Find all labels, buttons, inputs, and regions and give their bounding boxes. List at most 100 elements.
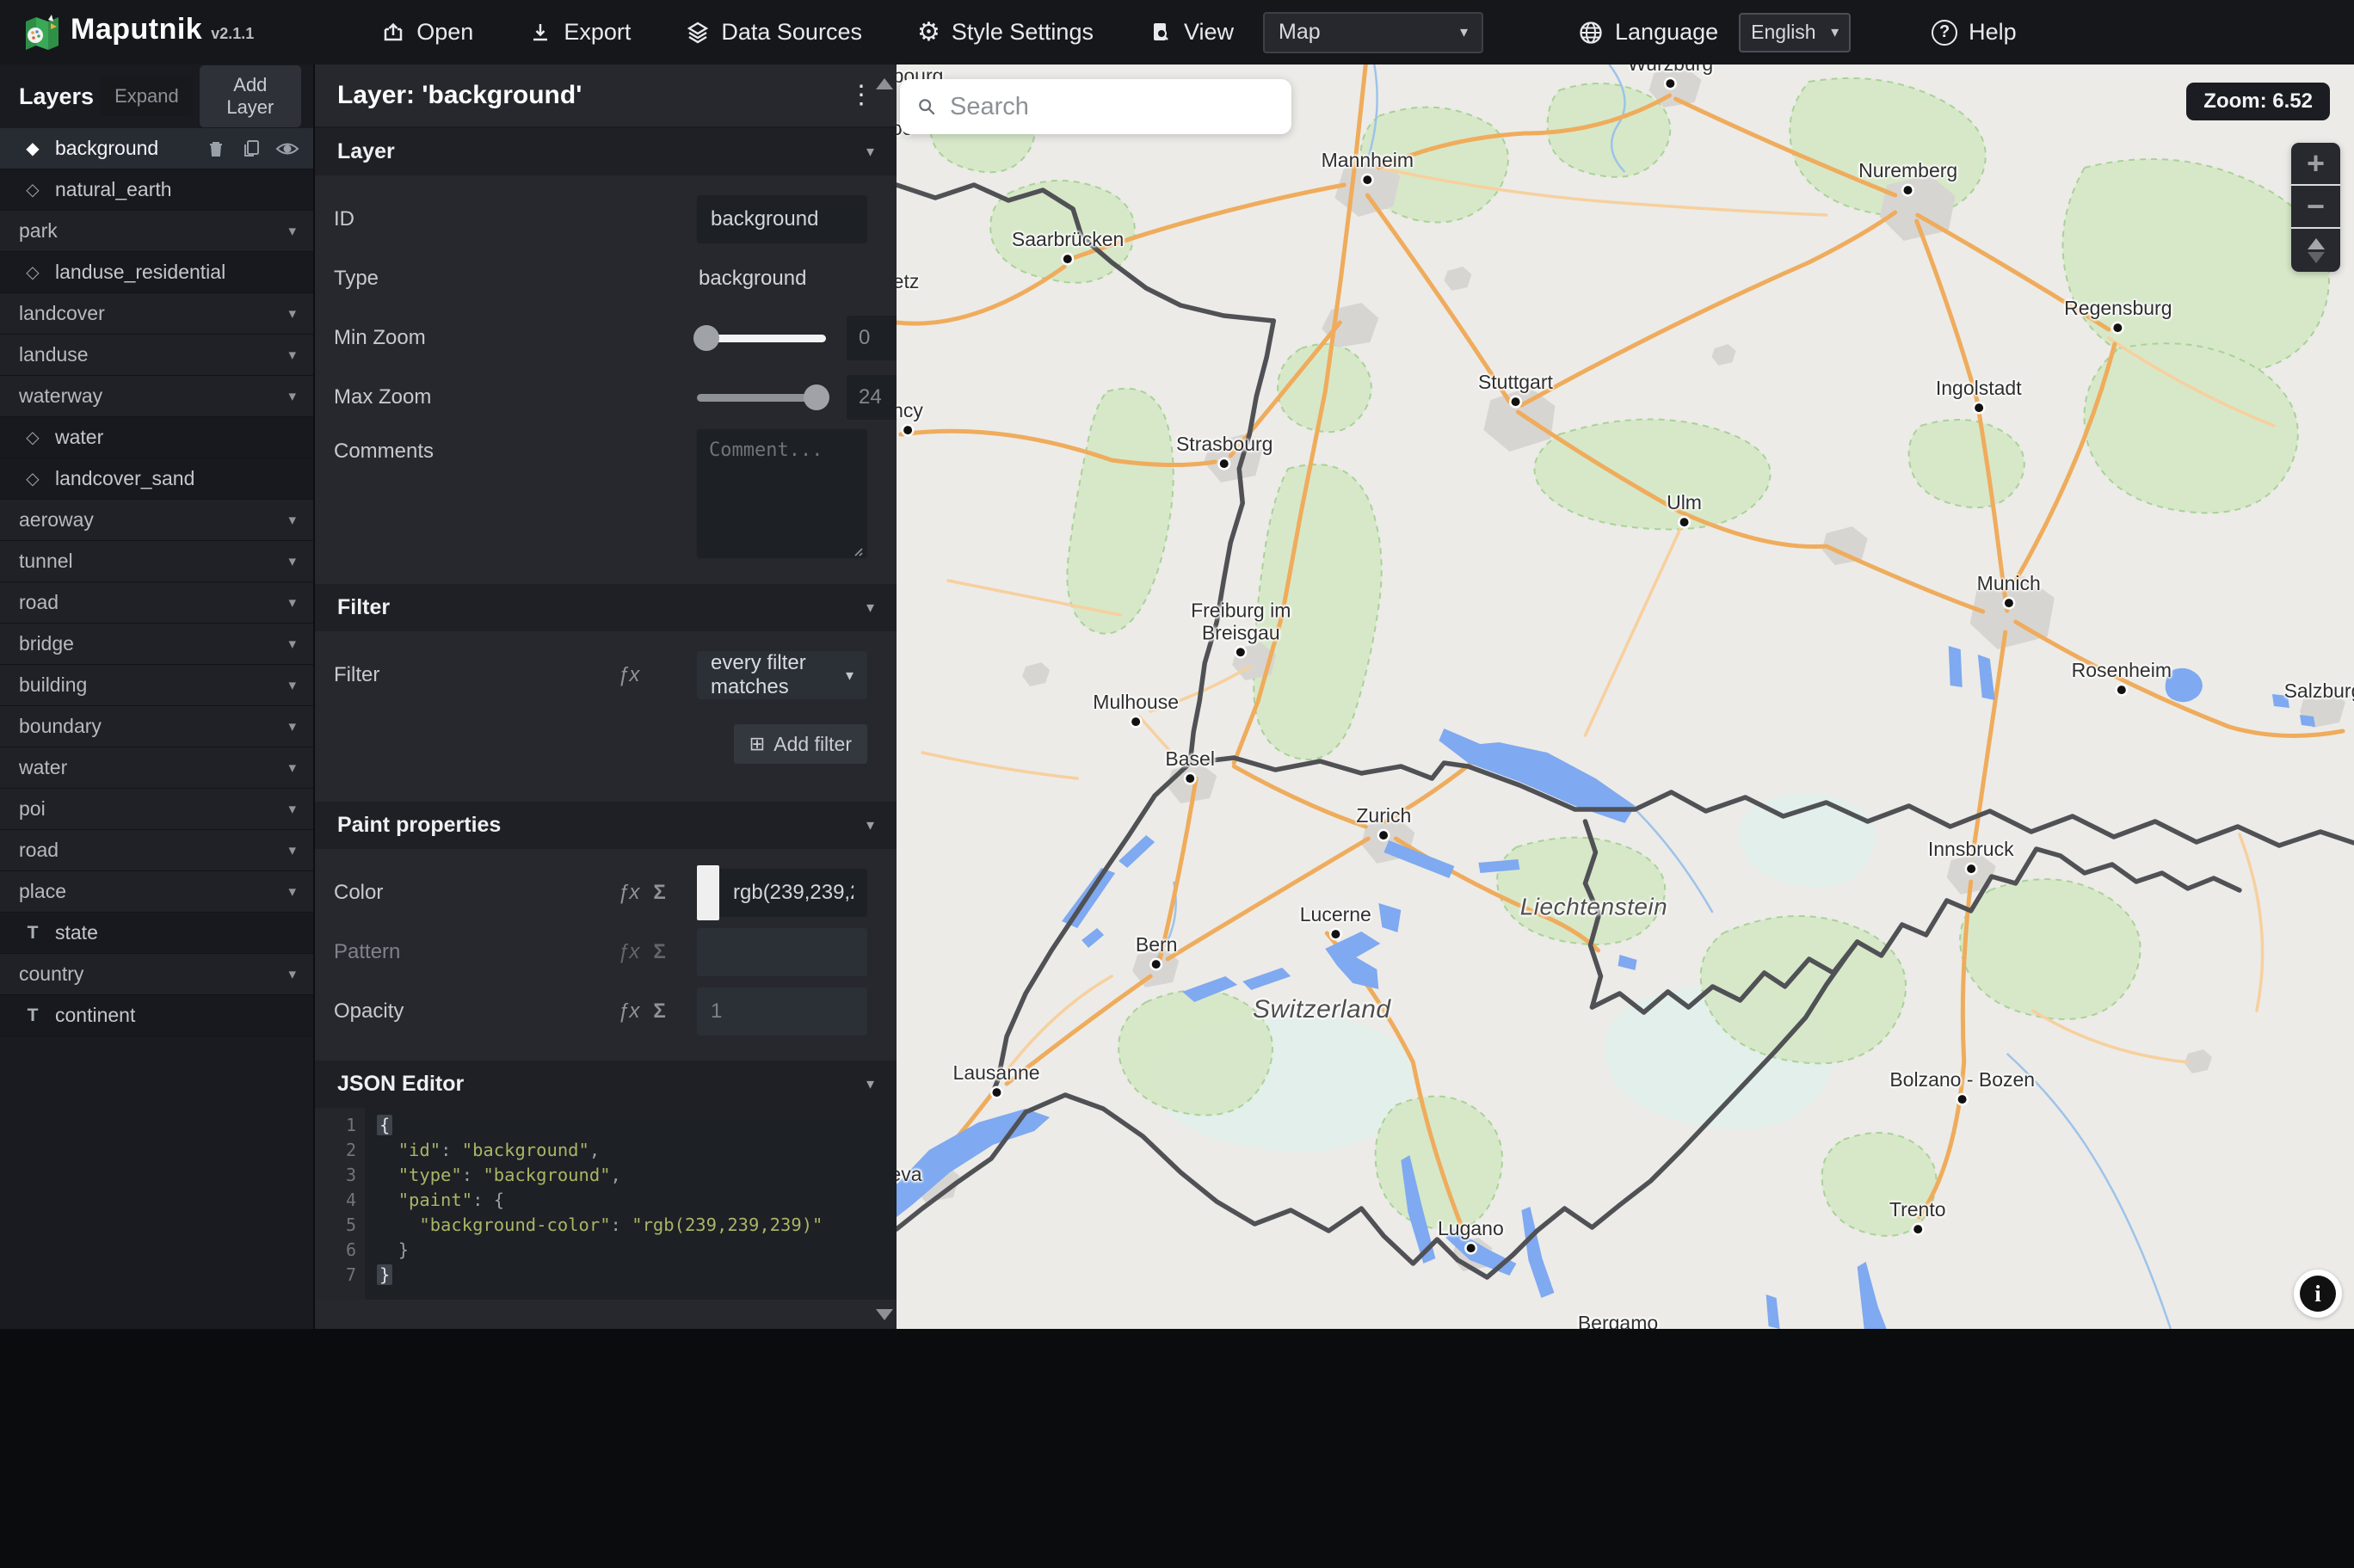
layer-row-landuse[interactable]: landuse ▾ <box>0 335 313 376</box>
layer-row-boundary[interactable]: boundary ▾ <box>0 706 313 747</box>
layer-row-poi[interactable]: poi ▾ <box>0 789 313 830</box>
color-input[interactable] <box>719 869 867 917</box>
language-menu: Language <box>1578 19 1718 46</box>
layer-row-natural_earth[interactable]: ◇ natural_earth <box>0 169 313 211</box>
section-paint[interactable]: Paint properties ▾ <box>315 802 897 849</box>
layer-row-aeroway[interactable]: aeroway ▾ <box>0 500 313 541</box>
code-text[interactable]: "paint": { <box>365 1188 504 1213</box>
layer-row-park[interactable]: park ▾ <box>0 211 313 252</box>
duplicate-layer-icon[interactable] <box>240 138 262 160</box>
open-button[interactable]: Open <box>381 19 473 46</box>
opacity-input[interactable] <box>697 987 867 1036</box>
code-text[interactable]: } <box>365 1238 409 1263</box>
kebab-menu-icon[interactable]: ⋮ <box>848 83 874 108</box>
add-layer-button[interactable]: Add Layer <box>199 65 301 127</box>
slider-knob[interactable] <box>693 324 719 351</box>
scroll-down-icon[interactable] <box>876 1309 893 1320</box>
layer-row-landcover[interactable]: landcover ▾ <box>0 293 313 335</box>
view-select[interactable]: Map ▾ <box>1263 11 1484 53</box>
map-canvas[interactable]: bourgWurzburgocMannheimNurembergSaarbrüc… <box>897 65 2354 1329</box>
data-expression-icon[interactable]: Σ <box>653 940 665 964</box>
code-text[interactable]: "type": "background", <box>365 1163 621 1188</box>
scroll-up-icon[interactable] <box>876 78 893 89</box>
layer-row-bridge[interactable]: bridge ▾ <box>0 624 313 665</box>
zoom-level-badge: Zoom: 6.52 <box>2186 83 2330 120</box>
chevron-down-icon: ▾ <box>288 387 296 404</box>
view-menu[interactable]: View <box>1149 19 1234 46</box>
style-settings-button[interactable]: ⚙ Style Settings <box>917 19 1094 46</box>
chevron-down-icon: ▾ <box>288 593 296 611</box>
layer-row-country[interactable]: country ▾ <box>0 954 313 995</box>
attribution-button[interactable]: i <box>2294 1270 2342 1318</box>
layer-row-landcover_sand[interactable]: ◇ landcover_sand <box>0 458 313 500</box>
chevron-down-icon: ▾ <box>288 841 296 858</box>
map-label-salzburg: Salzburg <box>2283 679 2354 703</box>
min-zoom-slider[interactable] <box>693 324 826 351</box>
layer-label: building <box>19 673 88 696</box>
max-zoom-input[interactable] <box>847 375 897 420</box>
city-dot <box>1913 1224 1922 1233</box>
globe-icon <box>1580 21 1602 44</box>
add-filter-button[interactable]: ⊞ Add filter <box>733 724 867 764</box>
map-label-regensburg: Regensburg <box>2064 297 2172 332</box>
layer-label: road <box>19 839 59 861</box>
layer-row-water[interactable]: water ▾ <box>0 747 313 789</box>
help-icon: ? <box>1932 19 1958 46</box>
function-icon[interactable]: ƒx <box>618 999 639 1024</box>
chevron-down-icon: ▾ <box>288 635 296 652</box>
expand-button[interactable]: Expand <box>101 77 193 116</box>
compass-button[interactable] <box>2291 229 2340 272</box>
color-label: Color <box>334 881 384 904</box>
language-select[interactable]: English ▾ <box>1739 12 1852 52</box>
layer-row-road[interactable]: road ▾ <box>0 830 313 871</box>
export-button[interactable]: Export <box>528 19 631 46</box>
app-title: Maputnik <box>71 12 203 46</box>
section-filter[interactable]: Filter ▾ <box>315 584 897 631</box>
data-expression-icon[interactable]: Σ <box>653 881 665 905</box>
zoom-out-button[interactable]: − <box>2291 186 2340 229</box>
layer-row-building[interactable]: building ▾ <box>0 665 313 706</box>
zoom-in-button[interactable]: + <box>2291 143 2340 186</box>
layer-row-place[interactable]: place ▾ <box>0 871 313 913</box>
data-sources-button[interactable]: Data Sources <box>686 19 862 46</box>
max-zoom-slider[interactable] <box>697 384 829 410</box>
help-button[interactable]: ? Help <box>1932 19 2017 46</box>
function-icon[interactable]: ƒx <box>618 940 639 964</box>
layer-row-tunnel[interactable]: tunnel ▾ <box>0 541 313 582</box>
json-code[interactable]: 1 {2 "id": "background", 3 "type": "backgr… <box>315 1108 897 1300</box>
city-dot <box>1063 254 1073 263</box>
layer-row-waterway[interactable]: waterway ▾ <box>0 376 313 417</box>
visibility-icon[interactable] <box>275 138 299 160</box>
function-icon[interactable]: ƒx <box>618 663 639 687</box>
delete-layer-icon[interactable] <box>205 138 227 160</box>
comments-textarea[interactable] <box>697 429 867 558</box>
function-icon[interactable]: ƒx <box>618 881 639 905</box>
id-input[interactable] <box>697 195 867 243</box>
color-swatch[interactable] <box>697 865 719 920</box>
layer-row-background[interactable]: ◆ background <box>0 128 313 169</box>
toolbar-nav: Open Export Data Sources ⚙ Style Setting… <box>381 11 2017 53</box>
layer-row-landuse_residential[interactable]: ◇ landuse_residential <box>0 252 313 293</box>
section-layer[interactable]: Layer ▾ <box>315 128 897 175</box>
search-input[interactable] <box>950 92 1274 121</box>
data-expression-icon[interactable]: Σ <box>653 999 665 1024</box>
layer-row-water[interactable]: ◇ water <box>0 417 313 458</box>
code-text[interactable]: "id": "background", <box>365 1138 601 1163</box>
layer-row-road[interactable]: road ▾ <box>0 582 313 624</box>
app-version: v2.1.1 <box>211 24 255 42</box>
layer-row-state[interactable]: Tstate <box>0 913 313 954</box>
layer-label: landcover_sand <box>55 467 195 489</box>
layer-label: bridge <box>19 632 74 655</box>
code-text[interactable]: "background-color": "rgb(239,239,239)" <box>365 1213 823 1238</box>
map-label-nuremberg: Nuremberg <box>1858 159 1957 194</box>
code-text[interactable]: } <box>365 1263 393 1288</box>
layer-row-continent[interactable]: Tcontinent <box>0 995 313 1036</box>
min-zoom-input[interactable] <box>847 316 897 360</box>
section-json-editor[interactable]: JSON Editor ▾ <box>315 1061 897 1108</box>
map-label-saarbr-cken: Saarbrücken <box>1012 228 1124 263</box>
map-label-ulm: Ulm <box>1667 491 1702 526</box>
slider-knob[interactable] <box>804 384 829 410</box>
code-text[interactable]: { <box>365 1113 393 1138</box>
filter-combinator-select[interactable]: every filter matches ▾ <box>697 651 867 699</box>
pattern-input[interactable] <box>697 928 867 976</box>
